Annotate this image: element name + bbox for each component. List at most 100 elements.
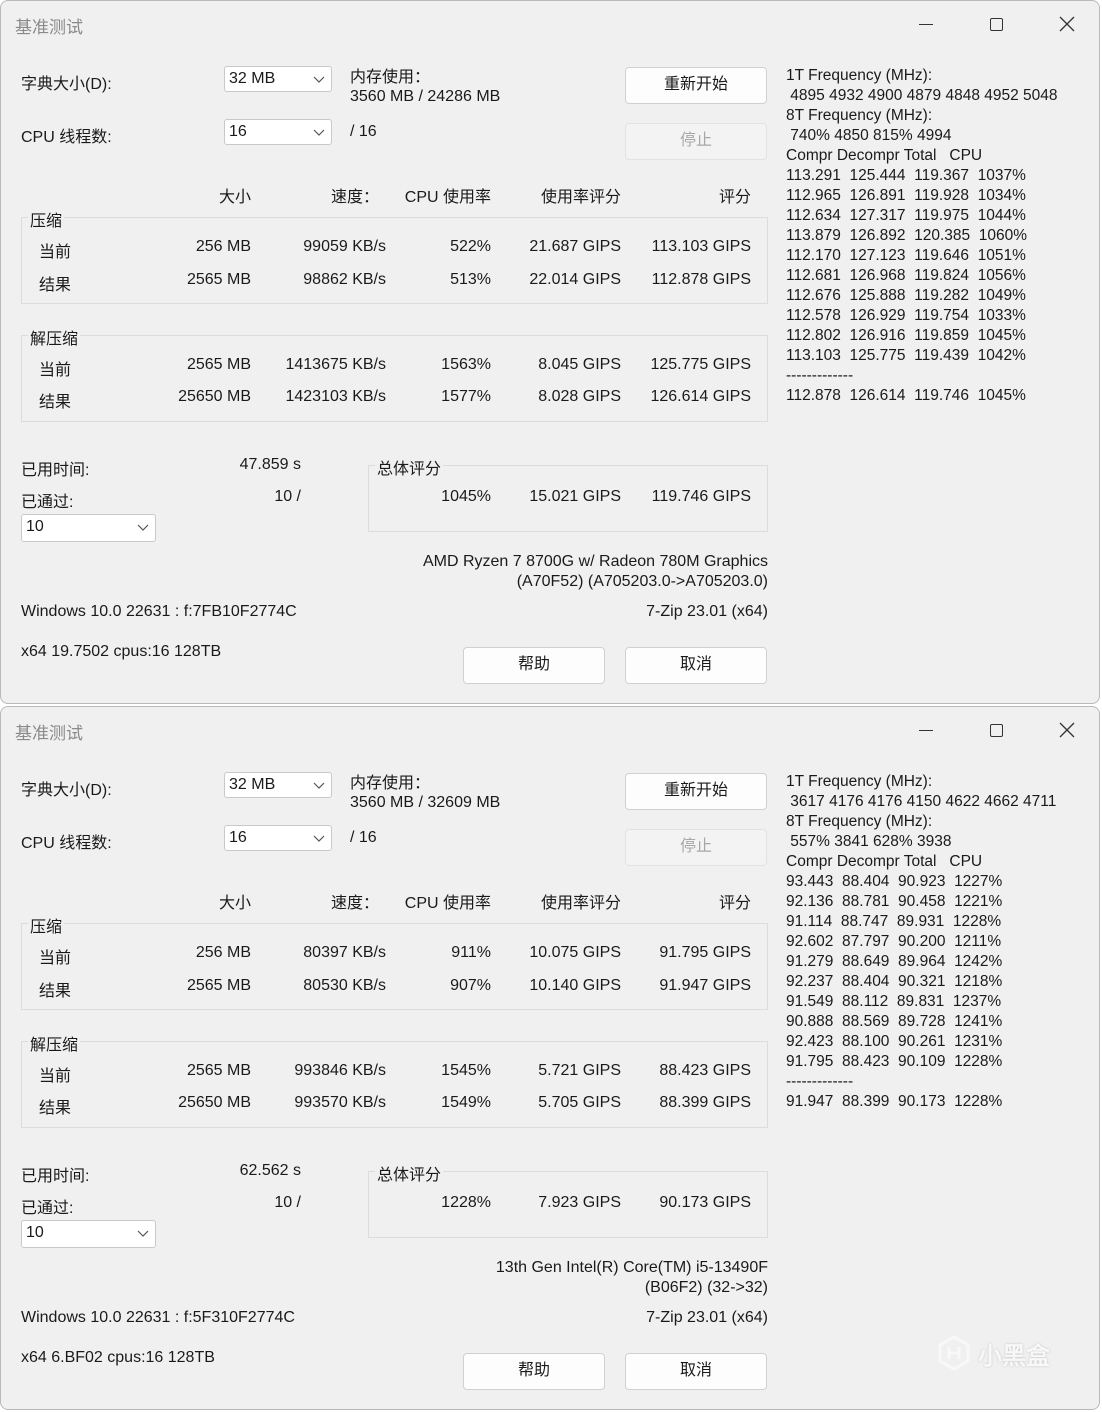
threads-value: 16 — [229, 123, 247, 140]
decompress-current-label: 当前 — [39, 362, 72, 379]
benchmark-window-amd: 基准测试 字典大小(D): 32 MB CPU 线程数: 16 / 16 内存使… — [0, 0, 1100, 704]
decompress-current-cpu: 1545% — [441, 1062, 491, 1079]
dict-size-select[interactable]: 32 MB — [224, 772, 332, 798]
decompress-result-size: 25650 MB — [178, 388, 251, 405]
total-usage: 7.923 GIPS — [538, 1194, 621, 1211]
compress-current-label: 当前 — [39, 950, 72, 967]
system-info: x64 19.7502 cpus:16 128TB — [21, 643, 222, 660]
compress-current-usage: 10.075 GIPS — [529, 944, 621, 961]
dict-size-value: 32 MB — [229, 70, 276, 87]
decompress-result-rating: 126.614 GIPS — [650, 388, 751, 405]
minimize-button[interactable] — [906, 11, 946, 37]
window-title: 基准测试 — [15, 18, 83, 37]
compress-result-rating: 112.878 GIPS — [651, 271, 751, 288]
dict-size-label: 字典大小(D): — [21, 782, 112, 799]
cancel-button[interactable]: 取消 — [625, 1353, 767, 1390]
compress-current-rating: 91.795 GIPS — [659, 944, 751, 961]
passes-value: 10 — [26, 1224, 44, 1241]
passed-value: 10 / — [274, 488, 301, 505]
compress-group — [21, 217, 768, 304]
compress-result-speed: 98862 KB/s — [303, 271, 386, 288]
compress-result-rating: 91.947 GIPS — [659, 977, 751, 994]
os-info: Windows 10.0 22631 : f:5F310F2774C — [21, 1309, 295, 1326]
decompress-result-usage: 5.705 GIPS — [538, 1094, 621, 1111]
memory-usage-value: 3560 MB / 32609 MB — [350, 794, 501, 811]
cancel-button[interactable]: 取消 — [625, 647, 767, 684]
threads-label: CPU 线程数: — [21, 835, 112, 852]
minimize-icon — [919, 729, 933, 731]
elapsed-label: 已用时间: — [21, 1168, 90, 1185]
memory-usage-value: 3560 MB / 24286 MB — [350, 88, 501, 105]
decompress-current-cpu: 1563% — [441, 356, 491, 373]
maximize-button[interactable] — [976, 717, 1016, 743]
decompress-current-size: 2565 MB — [186, 356, 251, 373]
compress-result-label: 结果 — [39, 983, 72, 1000]
threads-select[interactable]: 16 — [224, 825, 332, 851]
chevron-down-icon — [313, 782, 325, 789]
decompress-current-speed: 1413675 KB/s — [285, 356, 386, 373]
cpu-id: (A70F52) (A705203.0->A705203.0) — [516, 573, 768, 590]
decompress-result-cpu: 1549% — [441, 1094, 491, 1111]
compress-group — [21, 923, 768, 1010]
decompress-result-speed: 1423103 KB/s — [285, 388, 386, 405]
memory-usage-label: 内存使用： — [350, 775, 431, 792]
elapsed-value: 47.859 s — [239, 456, 301, 473]
compress-result-usage: 10.140 GIPS — [529, 977, 621, 994]
close-icon — [1059, 16, 1075, 32]
decompress-result-size: 25650 MB — [178, 1094, 251, 1111]
chevron-down-icon — [137, 1230, 149, 1237]
threads-total: / 16 — [350, 829, 377, 846]
header-usage-rating: 使用率评分 — [540, 895, 621, 912]
watermark-logo-icon — [938, 1335, 970, 1371]
threads-value: 16 — [229, 829, 247, 846]
header-speed: 速度： — [330, 189, 379, 206]
decompress-group — [21, 1041, 768, 1128]
header-rating: 评分 — [718, 189, 751, 206]
dict-size-select[interactable]: 32 MB — [224, 66, 332, 92]
passed-label: 已通过: — [21, 494, 74, 511]
maximize-icon — [989, 17, 1003, 31]
total-cpu: 1228% — [441, 1194, 491, 1211]
decompress-current-rating: 125.775 GIPS — [650, 356, 751, 373]
passes-select[interactable]: 10 — [21, 1220, 156, 1248]
stop-button[interactable]: 停止 — [625, 123, 767, 160]
decompress-group-label: 解压缩 — [28, 1031, 81, 1055]
compress-current-speed: 80397 KB/s — [303, 944, 386, 961]
passes-value: 10 — [26, 518, 44, 535]
header-size: 大小 — [218, 189, 251, 206]
total-rating-label: 总体评分 — [375, 455, 444, 479]
close-button[interactable] — [1047, 11, 1087, 37]
passed-label: 已通过: — [21, 1200, 74, 1217]
decompress-result-speed: 993570 KB/s — [294, 1094, 386, 1111]
total-rating: 119.746 GIPS — [651, 488, 751, 505]
watermark-text: 小黑盒 — [978, 1342, 1050, 1370]
chevron-down-icon — [137, 524, 149, 531]
help-button[interactable]: 帮助 — [463, 647, 605, 684]
decompress-current-rating: 88.423 GIPS — [659, 1062, 751, 1079]
decompress-result-usage: 8.028 GIPS — [538, 388, 621, 405]
compress-result-cpu: 907% — [450, 977, 491, 994]
passes-select[interactable]: 10 — [21, 514, 156, 542]
compress-current-usage: 21.687 GIPS — [529, 238, 621, 255]
close-button[interactable] — [1047, 717, 1087, 743]
help-button[interactable]: 帮助 — [463, 1353, 605, 1390]
decompress-group-label: 解压缩 — [28, 325, 81, 349]
threads-select[interactable]: 16 — [224, 119, 332, 145]
compress-group-label: 压缩 — [28, 913, 65, 937]
threads-total: / 16 — [350, 123, 377, 140]
header-speed: 速度： — [330, 895, 379, 912]
decompress-result-label: 结果 — [39, 394, 72, 411]
close-icon — [1059, 722, 1075, 738]
chevron-down-icon — [313, 129, 325, 136]
restart-button[interactable]: 重新开始 — [625, 67, 767, 104]
decompress-result-cpu: 1577% — [441, 388, 491, 405]
decompress-current-label: 当前 — [39, 1068, 72, 1085]
total-rating-label: 总体评分 — [375, 1161, 444, 1185]
stop-button[interactable]: 停止 — [625, 829, 767, 866]
compress-current-size: 256 MB — [195, 238, 251, 255]
minimize-button[interactable] — [906, 717, 946, 743]
os-info: Windows 10.0 22631 : f:7FB10F2774C — [21, 603, 297, 620]
restart-button[interactable]: 重新开始 — [625, 773, 767, 810]
compress-group-label: 压缩 — [28, 207, 65, 231]
maximize-button[interactable] — [976, 11, 1016, 37]
